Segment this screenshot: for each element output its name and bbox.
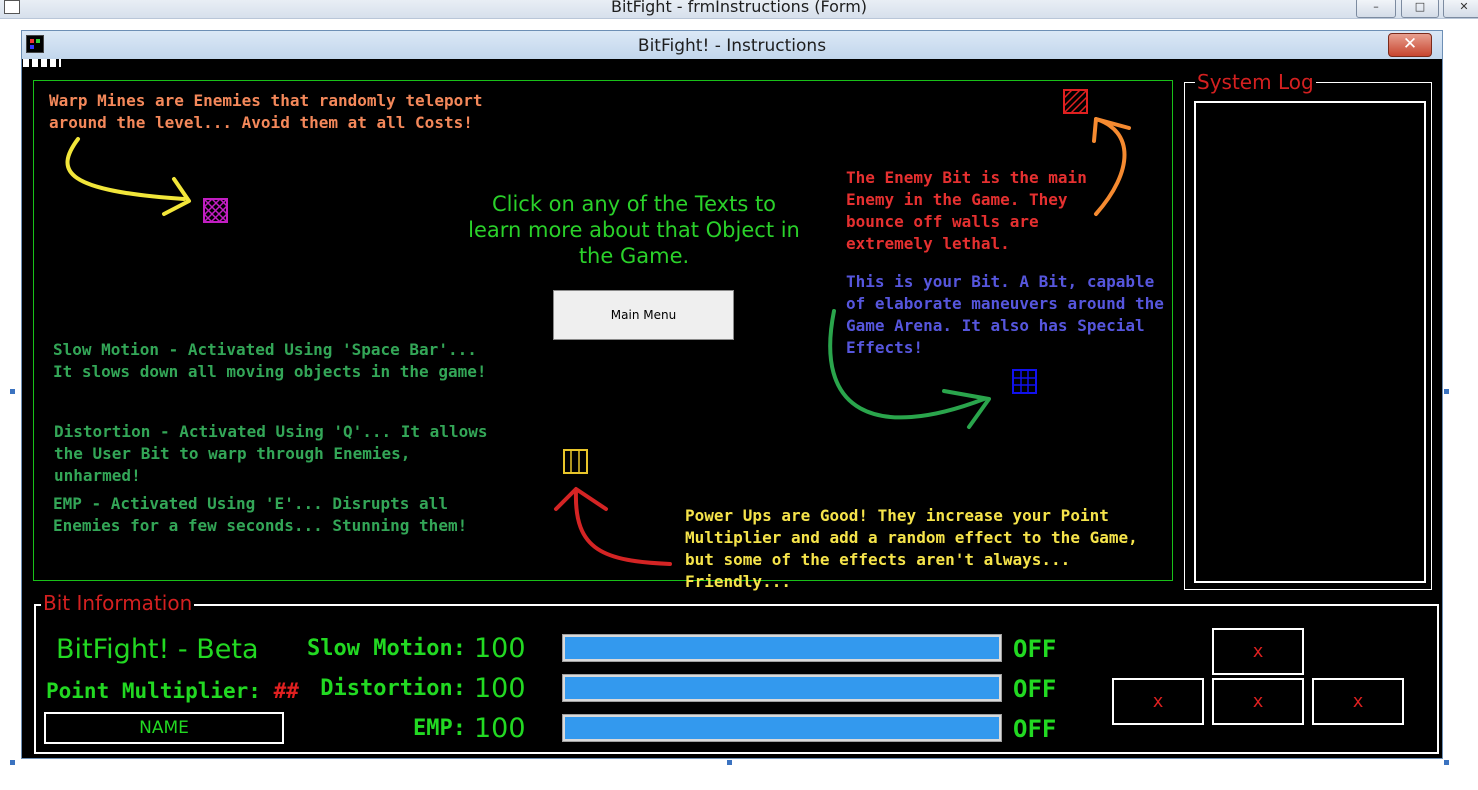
distortion-bar (562, 674, 1002, 702)
power-up-sprite (563, 449, 588, 474)
distortion-bar-fill (565, 677, 999, 699)
distortion-value: 100 (474, 673, 526, 704)
system-log-list[interactable] (1194, 101, 1426, 583)
bit-information-panel: Bit Information BitFight! - Beta Point M… (34, 591, 1439, 754)
user-bit-sprite (1012, 369, 1037, 394)
slow-motion-status: OFF (1013, 635, 1057, 663)
selection-handle[interactable] (10, 389, 15, 394)
close-button[interactable]: ✕ (1388, 33, 1432, 57)
point-multiplier: Point Multiplier: ## (46, 678, 299, 704)
minimize-button[interactable]: – (1356, 0, 1396, 18)
emp-bar-fill (565, 717, 999, 739)
selection-handle[interactable] (1444, 389, 1449, 394)
selection-handle[interactable] (727, 760, 732, 765)
outer-window-title: BitFight - frmInstructions (Form) (610, 0, 868, 16)
emp-label: EMP: (413, 716, 466, 741)
power-up-arrow (573, 489, 672, 566)
powerup-slot-top[interactable]: x (1212, 628, 1304, 675)
instructions-form: BitFight! - Instructions ✕ Warp Mines ar… (21, 30, 1443, 759)
slow-motion-bar-fill (565, 637, 999, 659)
emp-bar (562, 714, 1002, 742)
outer-close-button[interactable]: ✕ (1443, 0, 1478, 18)
your-bit-arrow (828, 309, 986, 420)
powerup-slot-left[interactable]: x (1112, 678, 1204, 725)
bit-information-label: Bit Information (41, 591, 195, 615)
resize-handles (23, 59, 61, 67)
selection-handle[interactable] (1444, 760, 1449, 765)
enemy-arrow (1094, 117, 1127, 216)
form-titlebar: BitFight! - Instructions ✕ (22, 31, 1442, 59)
maximize-button[interactable]: □ (1401, 0, 1439, 18)
form-title: BitFight! - Instructions (637, 36, 827, 56)
system-log-label: System Log (1195, 70, 1316, 94)
slow-motion-label: Slow Motion: (307, 636, 466, 661)
emp-value: 100 (474, 713, 526, 744)
slow-motion-bar (562, 634, 1002, 662)
power-up-arrow-head (554, 487, 608, 511)
warp-arrow (65, 137, 186, 201)
selection-handle[interactable] (10, 760, 15, 765)
instructions-panel: Warp Mines are Enemies that randomly tel… (33, 80, 1173, 591)
powerup-slot-middle[interactable]: x (1212, 678, 1304, 725)
enemy-bit-sprite (1063, 89, 1088, 114)
distortion-status: OFF (1013, 675, 1057, 703)
powerup-slot-right[interactable]: x (1312, 678, 1404, 725)
player-name-field[interactable]: NAME (44, 712, 284, 744)
illustration-layer (65, 89, 1131, 566)
enemy-arrow-head (1092, 117, 1131, 143)
slow-motion-value: 100 (474, 633, 526, 664)
point-multiplier-label: Point Multiplier: (46, 679, 261, 703)
system-log-panel: System Log (1184, 70, 1432, 590)
emp-status: OFF (1013, 715, 1057, 743)
outer-titlebar: BitFight - frmInstructions (Form) – □ ✕ (0, 0, 1478, 19)
game-title: BitFight! - Beta (56, 634, 259, 665)
form-client-area: Warp Mines are Enemies that randomly tel… (22, 59, 1442, 758)
warp-mine-sprite (203, 198, 228, 223)
distortion-label: Distortion: (320, 676, 466, 701)
